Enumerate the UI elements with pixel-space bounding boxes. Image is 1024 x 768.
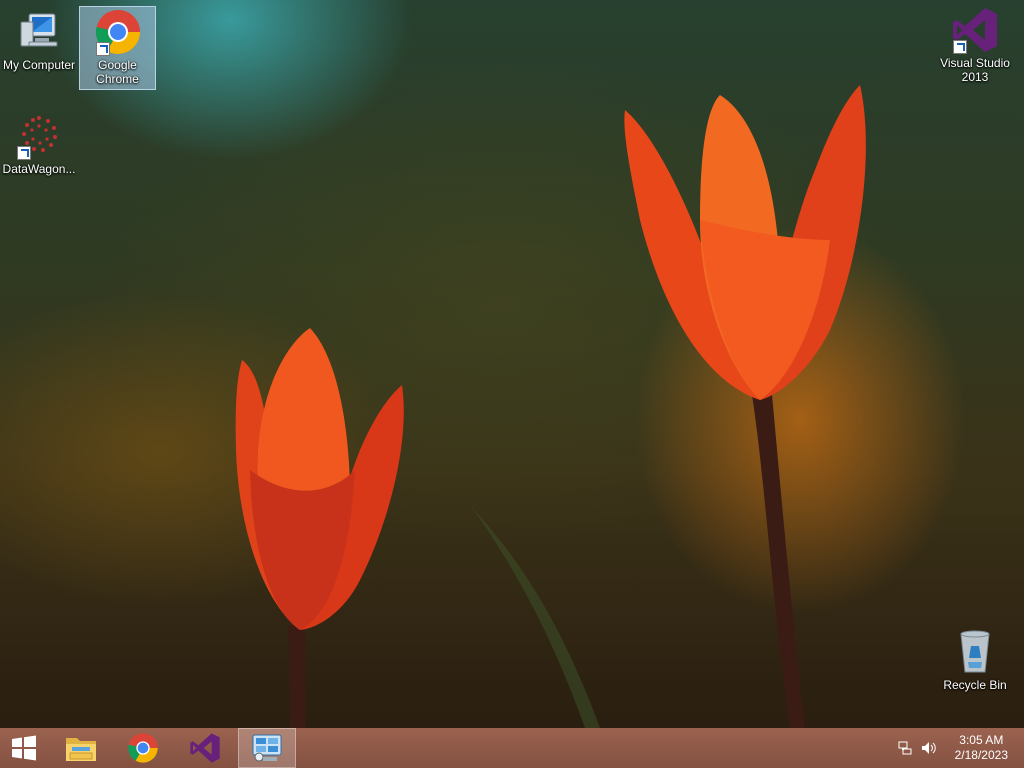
taskbar-file-explorer[interactable] [52,728,110,768]
shortcut-arrow-icon [953,40,967,54]
desktop-icon-label: Recycle Bin [943,678,1007,692]
desktop[interactable]: My Computer Google Chrome DataWagon... V… [0,0,1024,728]
taskbar-control-panel[interactable] [238,728,296,768]
chrome-icon [94,8,142,56]
taskbar: 3:05 AM 2/18/2023 [0,728,1024,768]
clock-date: 2/18/2023 [954,748,1008,762]
desktop-icon-google-chrome[interactable]: Google Chrome [79,6,156,90]
desktop-icon-my-computer[interactable]: My Computer [1,8,77,72]
control-panel-icon [252,734,282,762]
visual-studio-icon [951,6,999,54]
start-icon [12,735,36,761]
start-button[interactable] [0,728,48,768]
shortcut-arrow-icon [17,146,31,160]
volume-icon[interactable] [921,740,937,761]
taskbar-chrome[interactable] [114,728,172,768]
my-computer-icon [15,8,63,56]
file-explorer-icon [66,738,96,761]
desktop-icon-label: DataWagon... [2,162,76,176]
desktop-icon-label: My Computer [2,58,76,72]
chrome-icon [128,733,158,763]
desktop-icon-label: Google Chrome [96,58,139,86]
taskbar-visual-studio[interactable] [176,728,234,768]
desktop-icon-label: Visual Studio 2013 [940,56,1010,84]
desktop-icon-visual-studio-2013[interactable]: Visual Studio 2013 [936,6,1014,84]
system-clock[interactable]: 3:05 AM 2/18/2023 [955,733,1008,763]
recycle-bin-icon [951,628,999,676]
datawagon-icon [15,112,63,160]
network-icon[interactable] [898,740,914,761]
desktop-icon-recycle-bin[interactable]: Recycle Bin [936,628,1014,692]
desktop-icon-datawagon[interactable]: DataWagon... [1,112,77,176]
wallpaper-tulips [235,85,866,728]
clock-time: 3:05 AM [959,733,1004,747]
shortcut-arrow-icon [95,42,110,56]
visual-studio-icon [190,733,220,763]
